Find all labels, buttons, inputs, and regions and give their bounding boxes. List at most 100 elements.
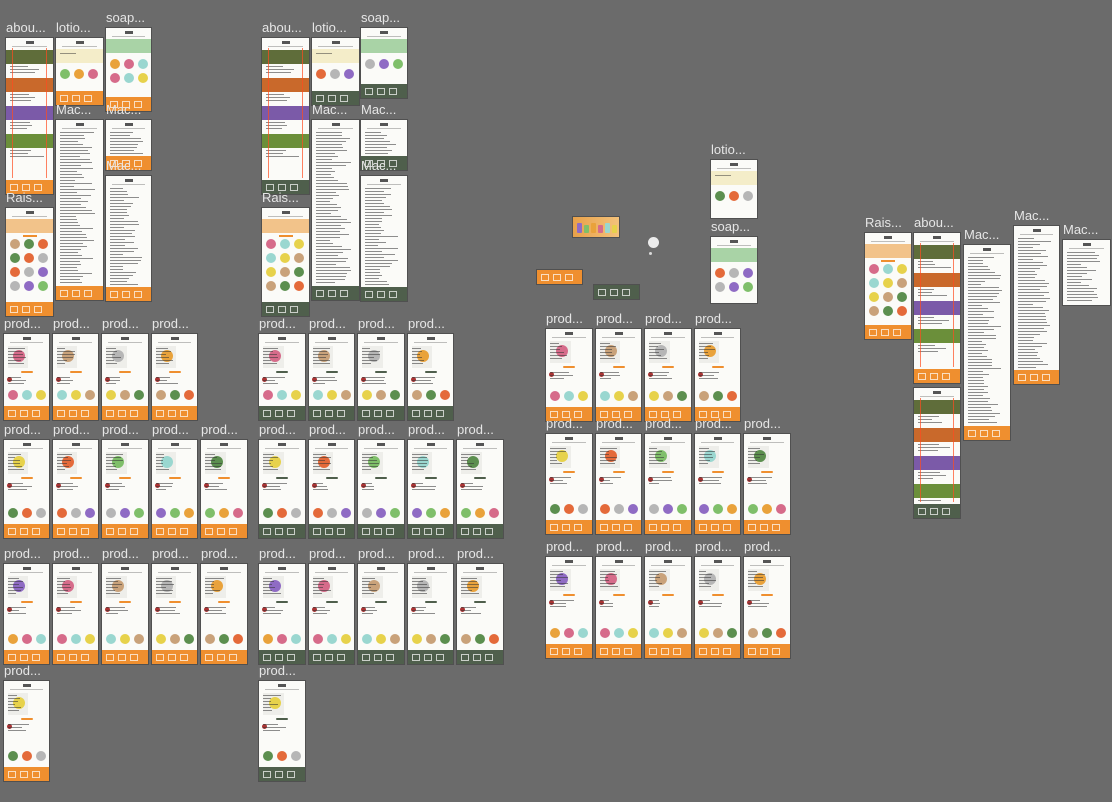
frame-text[interactable]: Mac... bbox=[106, 159, 151, 301]
frame-prod[interactable]: prod... bbox=[457, 423, 503, 538]
frame-label[interactable]: prod... bbox=[695, 417, 732, 431]
frame-text[interactable]: Mac... bbox=[1063, 223, 1110, 305]
frame-label[interactable]: prod... bbox=[152, 423, 189, 437]
frame-label[interactable]: prod... bbox=[408, 547, 445, 561]
add-to-cart-button[interactable] bbox=[276, 371, 288, 373]
frame-label[interactable]: prod... bbox=[53, 423, 90, 437]
frame-raise[interactable]: Rais... bbox=[262, 191, 309, 316]
add-to-cart-button[interactable] bbox=[325, 601, 338, 603]
frame-prod[interactable]: prod... bbox=[546, 417, 592, 534]
frame-lotion[interactable]: lotio... bbox=[711, 143, 757, 218]
frame-prod[interactable]: prod... bbox=[408, 547, 453, 664]
frame-prod[interactable]: prod... bbox=[645, 312, 691, 421]
frame-label[interactable]: prod... bbox=[259, 423, 296, 437]
frame-soap[interactable]: soap... bbox=[106, 11, 151, 111]
frame-label[interactable]: prod... bbox=[358, 423, 395, 437]
add-to-cart-button[interactable] bbox=[612, 366, 625, 368]
frame-label[interactable]: prod... bbox=[645, 312, 682, 326]
frame-label[interactable]: prod... bbox=[596, 417, 633, 431]
add-to-cart-button[interactable] bbox=[20, 718, 33, 720]
frame-label[interactable]: Rais... bbox=[6, 191, 43, 205]
add-to-cart-button[interactable] bbox=[563, 366, 575, 368]
add-to-cart-button[interactable] bbox=[563, 594, 575, 596]
frame-text[interactable]: Mac... bbox=[312, 103, 359, 300]
frame-prod[interactable]: prod... bbox=[259, 664, 305, 781]
add-to-cart-button[interactable] bbox=[20, 601, 33, 603]
frame-label[interactable]: Mac... bbox=[361, 103, 396, 117]
frame-prod[interactable]: prod... bbox=[309, 317, 354, 420]
frame-prod[interactable]: prod... bbox=[102, 547, 148, 664]
frame-label[interactable]: Mac... bbox=[106, 159, 141, 173]
frame-label[interactable]: prod... bbox=[358, 317, 395, 331]
frame-label[interactable]: prod... bbox=[4, 317, 41, 331]
add-to-cart-button[interactable] bbox=[375, 371, 387, 373]
add-to-cart-button[interactable] bbox=[168, 371, 181, 373]
frame-label[interactable]: Mac... bbox=[56, 103, 91, 117]
add-to-cart-button[interactable] bbox=[69, 601, 82, 603]
frame-prod[interactable]: prod... bbox=[358, 317, 404, 420]
add-to-cart-button[interactable] bbox=[218, 477, 230, 479]
frame-label[interactable]: prod... bbox=[53, 317, 90, 331]
frame-prod[interactable]: prod... bbox=[546, 540, 592, 658]
frame-prod[interactable]: prod... bbox=[4, 547, 49, 664]
frame-prod[interactable]: prod... bbox=[596, 417, 641, 534]
frame-raise[interactable]: Rais... bbox=[6, 191, 53, 316]
frame-label[interactable]: prod... bbox=[645, 417, 682, 431]
add-to-cart-button[interactable] bbox=[375, 601, 387, 603]
add-to-cart-button[interactable] bbox=[276, 477, 288, 479]
frame-label[interactable]: soap... bbox=[106, 11, 145, 25]
frame-label[interactable]: prod... bbox=[102, 547, 139, 561]
frame-prod[interactable]: prod... bbox=[4, 317, 49, 420]
frame-prod[interactable]: prod... bbox=[695, 540, 740, 658]
add-to-cart-button[interactable] bbox=[119, 477, 131, 479]
frame-prod[interactable]: prod... bbox=[102, 317, 148, 420]
frame-prod[interactable]: prod... bbox=[358, 423, 404, 538]
frame-prod[interactable]: prod... bbox=[4, 664, 49, 781]
frame-strip[interactable] bbox=[594, 285, 639, 299]
frame-prod[interactable]: prod... bbox=[53, 423, 98, 538]
frame-about[interactable] bbox=[914, 388, 960, 518]
add-to-cart-button[interactable] bbox=[711, 594, 724, 596]
add-to-cart-button[interactable] bbox=[119, 371, 131, 373]
frame-prod[interactable]: prod... bbox=[695, 312, 740, 421]
add-to-cart-button[interactable] bbox=[424, 601, 437, 603]
add-to-cart-button[interactable] bbox=[474, 477, 486, 479]
frame-label[interactable]: Rais... bbox=[262, 191, 299, 205]
frame-label[interactable]: prod... bbox=[695, 312, 732, 326]
frame-label[interactable]: prod... bbox=[744, 540, 781, 554]
frame-prod[interactable]: prod... bbox=[358, 547, 404, 664]
frame-prod[interactable]: prod... bbox=[152, 547, 197, 664]
add-to-cart-button[interactable] bbox=[761, 594, 773, 596]
add-to-cart-button[interactable] bbox=[563, 471, 575, 473]
frame-banner[interactable] bbox=[573, 217, 619, 237]
frame-prod[interactable]: prod... bbox=[4, 423, 49, 538]
frame-label[interactable]: abou... bbox=[914, 216, 954, 230]
frame-label[interactable]: prod... bbox=[4, 664, 41, 678]
frame-label[interactable]: prod... bbox=[695, 540, 732, 554]
add-to-cart-button[interactable] bbox=[711, 471, 724, 473]
frame-label[interactable]: soap... bbox=[361, 11, 400, 25]
frame-label[interactable]: prod... bbox=[4, 423, 41, 437]
frame-prod[interactable]: prod... bbox=[152, 423, 197, 538]
frame-prod[interactable]: prod... bbox=[408, 317, 453, 420]
frame-about[interactable]: abou... bbox=[262, 21, 309, 194]
frame-label[interactable]: prod... bbox=[102, 317, 139, 331]
add-to-cart-button[interactable] bbox=[325, 477, 338, 479]
frame-label[interactable]: prod... bbox=[645, 540, 682, 554]
frame-label[interactable]: prod... bbox=[4, 547, 41, 561]
frame-label[interactable]: prod... bbox=[546, 540, 583, 554]
frame-prod[interactable]: prod... bbox=[259, 423, 305, 538]
frame-text[interactable]: Mac... bbox=[1014, 209, 1059, 384]
frame-label[interactable]: prod... bbox=[201, 547, 238, 561]
frame-label[interactable]: prod... bbox=[457, 547, 494, 561]
add-to-cart-button[interactable] bbox=[474, 601, 486, 603]
frame-prod[interactable]: prod... bbox=[152, 317, 197, 420]
frame-prod[interactable]: prod... bbox=[744, 540, 790, 658]
add-to-cart-button[interactable] bbox=[69, 477, 82, 479]
add-to-cart-button[interactable] bbox=[325, 371, 338, 373]
frame-prod[interactable]: prod... bbox=[53, 547, 98, 664]
frame-label[interactable]: prod... bbox=[309, 317, 346, 331]
frame-label[interactable]: prod... bbox=[408, 423, 445, 437]
frame-text[interactable]: Mac... bbox=[361, 159, 407, 301]
frame-prod[interactable]: prod... bbox=[695, 417, 740, 534]
